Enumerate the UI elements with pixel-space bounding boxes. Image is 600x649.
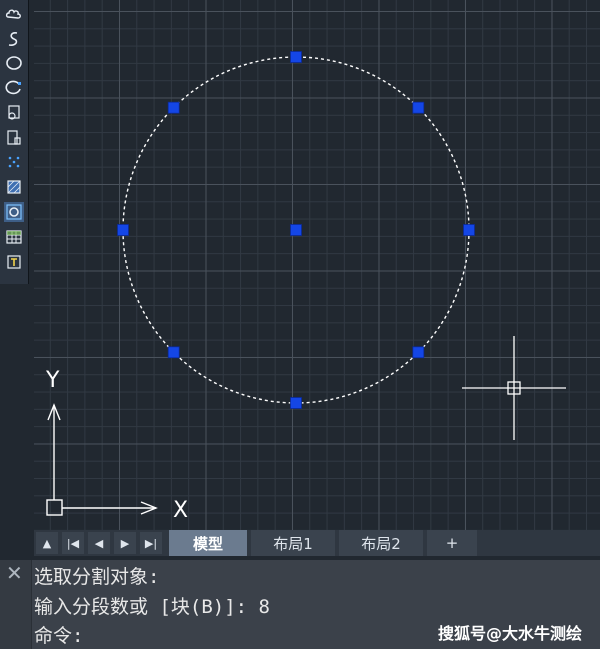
table-icon[interactable] [4,227,24,247]
command-history-line-1: 选取分割对象: [34,566,160,588]
layout-tab-bar: ▲ |◀ ◀ ▶ ▶| 模型 布局1 布局2 + [34,530,600,556]
up-arrow-icon[interactable]: ▲ [36,532,58,554]
close-icon[interactable]: ✕ [6,563,24,583]
tab-layout1[interactable]: 布局1 [251,530,335,556]
spline-icon[interactable] [4,29,24,49]
division-grip-4[interactable] [412,346,425,359]
multiline-text-icon[interactable] [4,252,24,272]
division-grip-5[interactable] [290,397,302,409]
next-layout-icon[interactable]: ▶ [114,532,136,554]
revcloud-icon[interactable] [4,4,24,24]
hatch-icon[interactable] [4,177,24,197]
model-space[interactable]: Y X [34,0,600,530]
region-icon[interactable] [4,202,24,222]
division-grip-6[interactable] [167,346,180,359]
command-prompt-input[interactable]: 命令: [34,621,83,648]
command-window-gutter: ✕ [0,560,32,649]
center-grip[interactable] [290,224,302,236]
first-layout-icon[interactable]: |◀ [62,532,84,554]
grip-points [117,51,475,409]
last-layout-icon[interactable]: ▶| [140,532,162,554]
tab-model[interactable]: 模型 [169,530,247,556]
ellipse-icon[interactable] [4,53,24,73]
point-icon[interactable] [4,152,24,172]
ucs-x-label: X [173,498,188,523]
ucs-icon [46,403,158,516]
insert-block-icon[interactable] [4,103,24,123]
watermark: 搜狐号@大水牛测绘 [437,624,582,643]
make-block-icon[interactable] [4,128,24,148]
division-grip-7[interactable] [117,224,129,236]
division-grip-1[interactable] [290,51,302,63]
crosshair-cursor [462,336,566,440]
division-grip-3[interactable] [463,224,475,236]
tab-layout2[interactable]: 布局2 [339,530,423,556]
drawing-canvas[interactable]: Y X [34,0,600,530]
division-grip-2[interactable] [412,101,425,114]
command-history-line-2: 输入分段数或 [块(B)]: 8 [34,596,270,618]
ucs-y-label: Y [45,368,60,393]
division-grip-8[interactable] [167,101,180,114]
draw-toolbar [0,0,29,284]
ellipse-arc-icon[interactable] [4,78,24,98]
prev-layout-icon[interactable]: ◀ [88,532,110,554]
tab-add-layout[interactable]: + [427,530,477,556]
